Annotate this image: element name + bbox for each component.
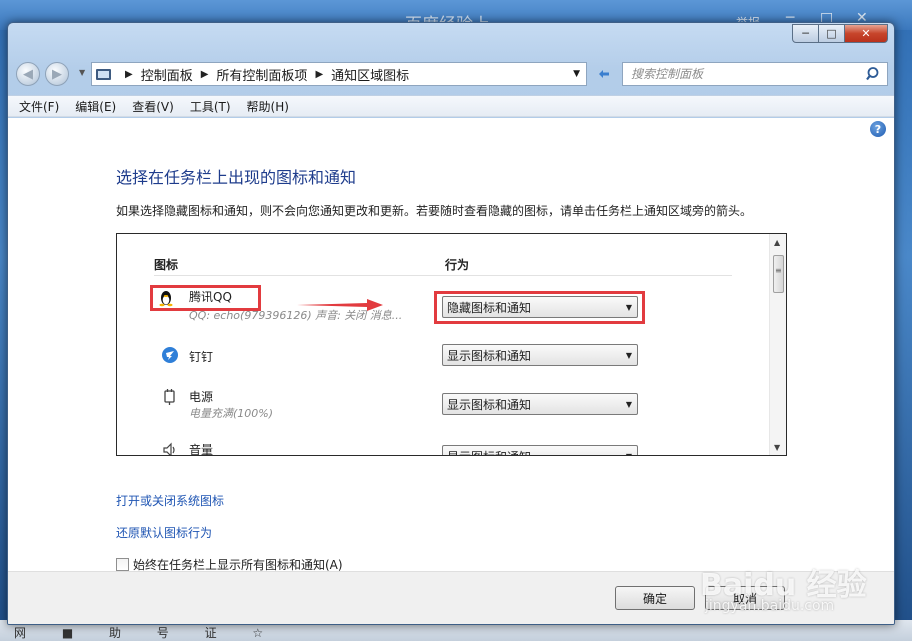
computer-icon: [96, 68, 111, 80]
background-taskbar-icons: 网 ■ 助 号 证 ☆: [14, 626, 280, 640]
address-dropdown-icon[interactable]: ▼: [573, 69, 580, 79]
row-name: 音量: [189, 443, 214, 456]
always-show-all-checkbox[interactable]: [116, 558, 129, 571]
navigation-bar: ◀ ▶ ▼ ▶ 控制面板 ▶ 所有控制面板项 ▶ 通知区域图标 ▼: [8, 59, 894, 89]
breadcrumb-all-items[interactable]: 所有控制面板项: [216, 65, 307, 84]
list-scrollbar[interactable]: ▲ ≡ ▼: [769, 234, 786, 455]
behavior-select-qq[interactable]: 隐藏图标和通知 ▼: [442, 296, 638, 318]
row-name: 电源: [189, 390, 214, 404]
selected-value: 显示图标和通知: [447, 448, 531, 456]
breadcrumb-separator-icon[interactable]: ▶: [315, 69, 323, 80]
selected-value: 显示图标和通知: [447, 397, 532, 412]
row-name: 腾讯QQ: [189, 290, 232, 304]
row-description: 电量充满(100%): [189, 407, 274, 420]
dropdown-arrow-icon: ▼: [626, 452, 632, 455]
link-toggle-system-icons[interactable]: 打开或关闭系统图标: [116, 492, 224, 509]
content-area: ? 选择在任务栏上出现的图标和通知 如果选择隐藏图标和通知，则不会向您通知更改和…: [8, 118, 894, 572]
dropdown-arrow-icon: ▼: [625, 303, 632, 312]
search-box[interactable]: [622, 62, 888, 86]
breadcrumb-separator-icon[interactable]: ▶: [125, 69, 133, 80]
dropdown-arrow-icon: ▼: [625, 400, 632, 409]
page-title: 选择在任务栏上出现的图标和通知: [116, 168, 357, 187]
control-panel-window: ─ □ ✕ ◀ ▶ ▼ ▶ 控制面板 ▶ 所有控制面板项 ▶ 通知区域图标 ▼: [7, 22, 895, 625]
watermark-url: jingyan.baidu.com: [705, 598, 835, 614]
menu-bar: 文件(F) 编辑(E) 查看(V) 工具(T) 帮助(H): [8, 95, 894, 117]
header-divider: [154, 275, 732, 276]
annotation-arrow-icon: [297, 299, 383, 311]
speaker-icon: [163, 442, 175, 455]
dropdown-arrow-icon: ▼: [625, 351, 632, 360]
ok-button[interactable]: 确定: [615, 586, 695, 610]
behavior-select-volume[interactable]: 显示图标和通知 ▼: [442, 445, 638, 456]
scroll-down-icon[interactable]: ▼: [774, 443, 780, 452]
minimize-button[interactable]: ─: [792, 24, 819, 43]
refresh-icon: [599, 70, 609, 78]
grip-icon: ≡: [775, 266, 782, 275]
selected-value: 隐藏图标和通知: [447, 300, 532, 315]
dingtalk-icon: [162, 347, 178, 363]
help-icon[interactable]: ?: [870, 121, 886, 137]
address-bar[interactable]: ▶ 控制面板 ▶ 所有控制面板项 ▶ 通知区域图标 ▼: [91, 62, 587, 86]
menu-view[interactable]: 查看(V): [132, 98, 174, 115]
scroll-up-icon[interactable]: ▲: [774, 238, 780, 247]
menu-help[interactable]: 帮助(H): [247, 98, 289, 115]
forward-button[interactable]: ▶: [45, 62, 69, 86]
behavior-select-power[interactable]: 显示图标和通知 ▼: [442, 393, 638, 415]
column-header-icon: 图标: [154, 258, 179, 272]
back-button[interactable]: ◀: [16, 62, 40, 86]
list-item-qq: 腾讯QQ QQ: echo(979396126) 声音: 关闭 消息... 隐藏…: [117, 284, 767, 328]
menu-file[interactable]: 文件(F): [19, 98, 59, 115]
close-button[interactable]: ✕: [844, 24, 888, 43]
list-item-volume: 音量 显示图标和通知 ▼: [117, 439, 767, 456]
menu-edit[interactable]: 编辑(E): [75, 98, 116, 115]
window-controls: ─ □ ✕: [792, 24, 888, 43]
search-input[interactable]: [631, 67, 851, 81]
list-item-power: 电源 电量充满(100%) 显示图标和通知 ▼: [117, 385, 767, 429]
power-plug-icon: [164, 389, 175, 405]
search-icon[interactable]: [866, 66, 882, 82]
breadcrumb-control-panel[interactable]: 控制面板: [141, 65, 193, 84]
recent-pages-dropdown-icon[interactable]: ▼: [79, 68, 85, 77]
page-description: 如果选择隐藏图标和通知，则不会向您通知更改和更新。若要随时查看隐藏的图标，请单击…: [116, 204, 753, 218]
qq-penguin-icon: [159, 291, 173, 307]
scroll-thumb[interactable]: ≡: [773, 255, 784, 293]
menu-tools[interactable]: 工具(T): [190, 98, 231, 115]
behavior-select-dingtalk[interactable]: 显示图标和通知 ▼: [442, 344, 638, 366]
maximize-button[interactable]: □: [818, 24, 845, 43]
list-item-dingtalk: 钉钉 显示图标和通知 ▼: [117, 340, 767, 384]
refresh-button[interactable]: [591, 63, 617, 85]
breadcrumb-separator-icon[interactable]: ▶: [201, 69, 209, 80]
breadcrumb-notification-icons[interactable]: 通知区域图标: [331, 65, 409, 84]
link-restore-defaults[interactable]: 还原默认图标行为: [116, 524, 212, 541]
row-name: 钉钉: [189, 350, 214, 364]
notification-icons-list: 图标 行为 腾讯QQ QQ: echo(979396126) 声音: 关闭 消息…: [116, 233, 787, 456]
selected-value: 显示图标和通知: [447, 348, 532, 363]
column-header-behavior: 行为: [445, 258, 470, 272]
